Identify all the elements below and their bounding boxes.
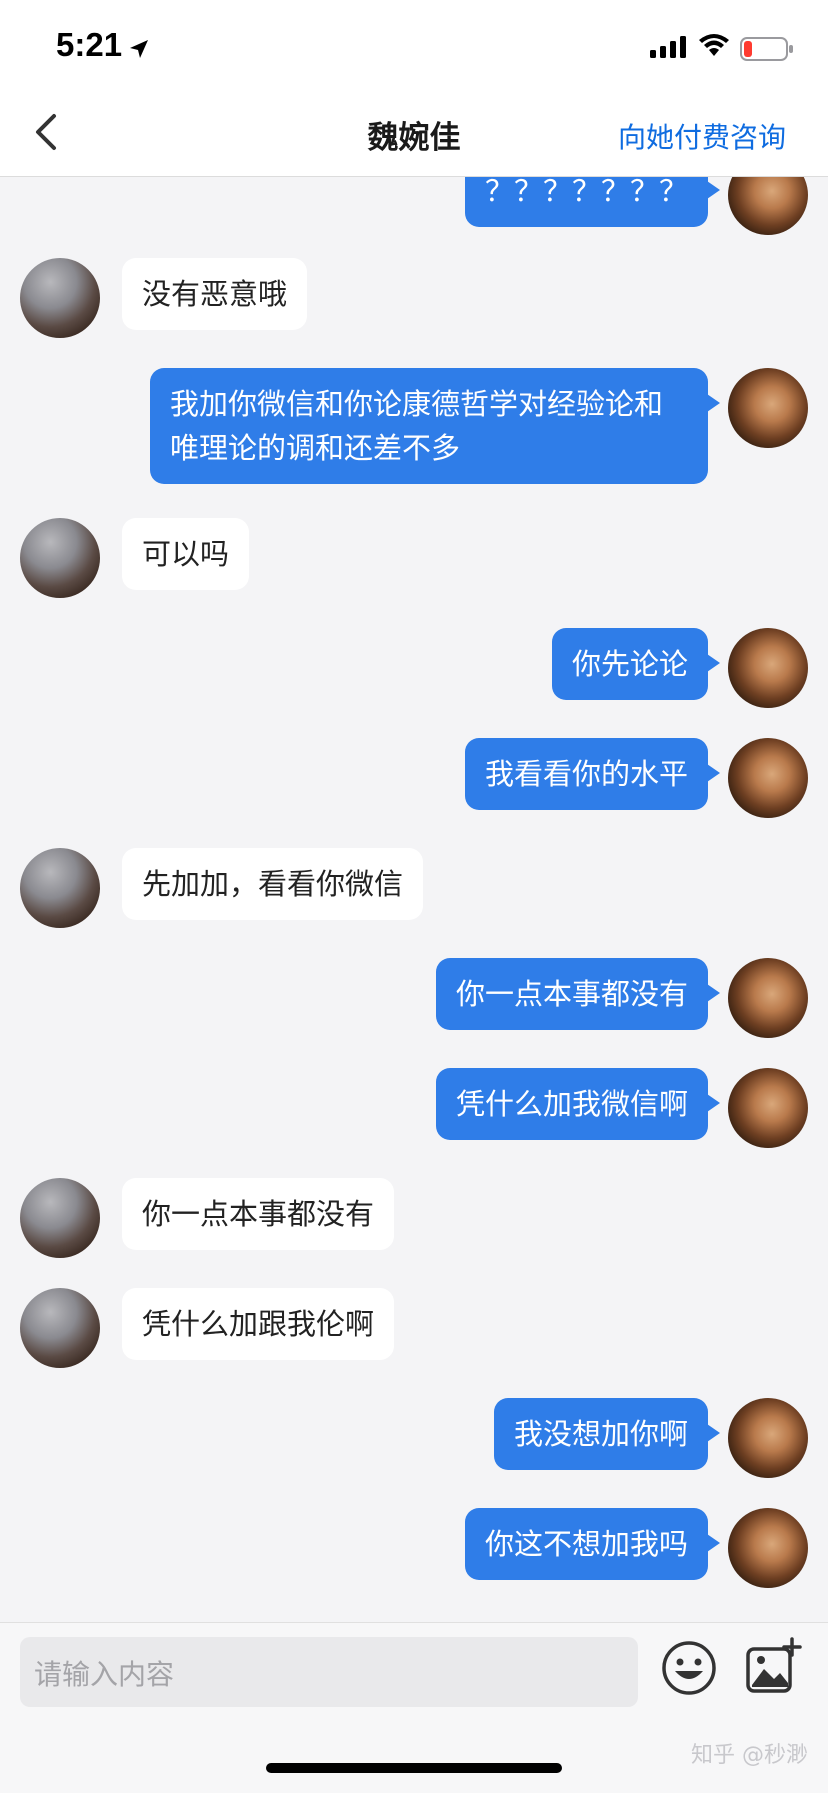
avatar-self[interactable]: [728, 177, 808, 235]
avatar-self[interactable]: [728, 1508, 808, 1588]
emoji-icon[interactable]: [660, 1639, 718, 1697]
watermark: 知乎 @秒渺: [691, 1743, 808, 1768]
avatar-self[interactable]: [728, 368, 808, 448]
message-bubble-self[interactable]: 你先论论: [551, 628, 721, 700]
avatar-other[interactable]: [20, 518, 100, 598]
message-bubble-self[interactable]: 我加你微信和你论康德哲学对经验论和唯理论的调和还差不多: [150, 368, 720, 484]
avatar-self[interactable]: [728, 958, 808, 1038]
chat-message-list[interactable]: ？？？？？？？ 没有恶意哦 我加你微信和你论康德哲学对经验论和唯理论的调和还差不…: [0, 177, 828, 1622]
avatar-other[interactable]: [20, 258, 100, 338]
home-indicator[interactable]: [266, 1763, 562, 1773]
avatar-self[interactable]: [728, 628, 808, 708]
message-bubble-other[interactable]: 先加加，看看你微信: [122, 848, 424, 920]
nav-bar: 魏婉佳 向她付费咨询: [0, 88, 828, 177]
avatar-other[interactable]: [20, 848, 100, 928]
message-bubble-other[interactable]: 可以吗: [122, 518, 250, 590]
avatar-other[interactable]: [20, 1288, 100, 1368]
status-time: 5:21: [56, 26, 123, 63]
message-bubble-self[interactable]: 我看看你的水平: [464, 738, 721, 810]
avatar-other[interactable]: [20, 1178, 100, 1258]
location-arrow-icon: [130, 40, 148, 58]
message-bubble-self[interactable]: 凭什么加我微信啊: [435, 1068, 721, 1140]
avatar-self[interactable]: [728, 1398, 808, 1478]
wifi-icon: [699, 34, 729, 56]
message-bubble-other[interactable]: 没有恶意哦: [122, 258, 308, 330]
message-input[interactable]: 请输入内容: [20, 1637, 638, 1707]
avatar-self[interactable]: [728, 738, 808, 818]
paid-consult-button[interactable]: 向她付费咨询: [618, 116, 786, 156]
add-image-icon[interactable]: [744, 1637, 804, 1697]
input-bar: 请输入内容 知乎 @秒渺: [0, 1622, 828, 1793]
message-bubble-self[interactable]: 你一点本事都没有: [435, 958, 721, 1030]
avatar-self[interactable]: [728, 1068, 808, 1148]
message-bubble-self[interactable]: 我没想加你啊: [493, 1398, 721, 1470]
message-bubble-other[interactable]: 凭什么加跟我伦啊: [122, 1288, 395, 1360]
status-bar: 5:21: [0, 0, 828, 88]
message-bubble-self[interactable]: ？？？？？？？: [464, 177, 721, 227]
message-bubble-other[interactable]: 你一点本事都没有: [122, 1178, 395, 1250]
cellular-signal-icon: [650, 36, 686, 58]
message-bubble-self[interactable]: 你这不想加我吗: [464, 1508, 721, 1580]
battery-low-icon: [740, 37, 793, 61]
